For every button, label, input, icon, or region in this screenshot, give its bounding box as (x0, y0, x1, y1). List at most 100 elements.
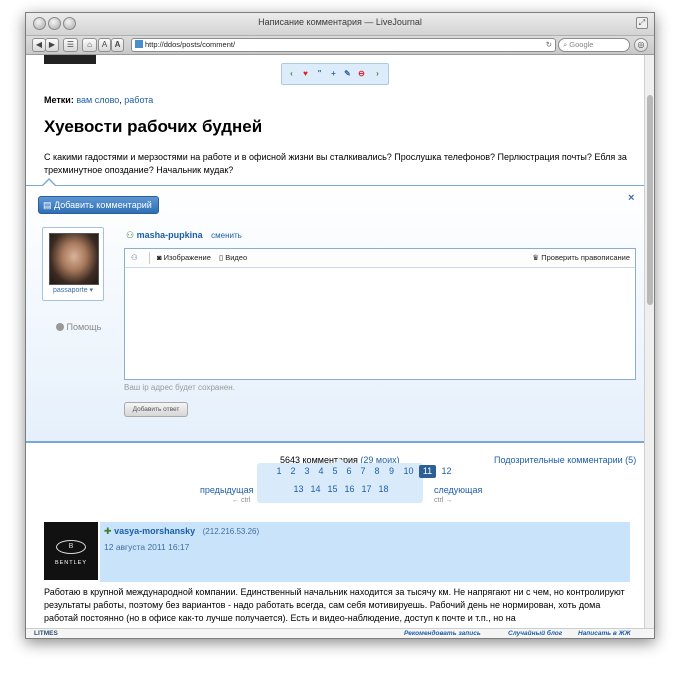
page-link[interactable]: 6 (343, 465, 355, 478)
browser-window: Написание комментария — LiveJournal ⤢ ◀ … (25, 12, 655, 639)
ip-notice: Ваш ip адрес будет сохранен. (124, 383, 235, 392)
help-icon (56, 323, 64, 331)
page-link[interactable]: 5 (329, 465, 341, 478)
vertical-scrollbar[interactable] (644, 55, 654, 628)
editor-toolbar: ⚇ ◙ Изображение ▯ Видео ♛ Проверить прав… (125, 249, 635, 268)
bookmarks-icon[interactable]: ☰ (63, 38, 78, 52)
forward-icon[interactable]: ▶ (45, 38, 59, 52)
search-field[interactable]: ⌕ Google (558, 38, 630, 52)
page-link[interactable]: 14 (308, 483, 323, 496)
favorite-heart-icon[interactable]: ♥ (300, 68, 311, 79)
comment-textarea[interactable] (126, 269, 632, 377)
spellcheck-label: Проверить правописание (541, 253, 630, 262)
browser-toolbar: ◀ ▶ ☰ ⌂ A A http://ddos/posts/comment/ ↻… (26, 36, 654, 55)
comment-author-line: ⚇ masha-pupkina сменить (126, 230, 242, 241)
lj-footer-bar: LITMES Рекомендовать запись Случайный бл… (26, 628, 654, 638)
quote-icon[interactable]: " (314, 68, 325, 79)
post-title: Хуевости рабочих будней (44, 117, 263, 136)
entry-action-strip: ‹ ♥ " + ✎ ⊖ › (281, 63, 389, 85)
reload-icon[interactable]: ↻ (546, 39, 552, 51)
page-link[interactable]: 8 (371, 465, 383, 478)
page-current[interactable]: 11 (419, 465, 436, 478)
add-icon[interactable]: + (328, 68, 339, 79)
comment-date: 12 августа 2011 16:17 (104, 542, 190, 552)
tag-link[interactable]: вам слово (76, 95, 119, 105)
write-lj-link[interactable]: Написать в ЖЖ (578, 629, 631, 638)
vertical-divider (149, 252, 150, 264)
insert-video-button[interactable]: ▯ Видео (219, 249, 247, 267)
page-link[interactable]: 18 (376, 483, 391, 496)
page-link[interactable]: 3 (301, 465, 313, 478)
page-link[interactable]: 10 (400, 465, 417, 478)
post-author-userpic (44, 55, 96, 64)
help-link[interactable]: Помощь (56, 322, 101, 332)
page-settings-icon[interactable]: ◎ (634, 38, 648, 52)
page-link[interactable]: 9 (385, 465, 398, 478)
post-tags: Метки: вам слово, работа (44, 95, 153, 105)
insert-video-label: Видео (225, 253, 248, 262)
suspicious-comments-link[interactable]: Подозрительные комментарии (5) (494, 455, 636, 465)
next-page-link[interactable]: следующая (434, 485, 482, 495)
title-bar: Написание комментария — LiveJournal ⤢ (26, 13, 654, 36)
add-comment-button[interactable]: ▤ Добавить комментарий (38, 196, 159, 214)
recommend-link[interactable]: Рекомендовать запись (404, 629, 481, 638)
video-icon: ▯ (219, 253, 224, 262)
page-favicon-icon (135, 40, 143, 48)
scrollbar-thumb[interactable] (647, 95, 653, 305)
search-icon: ⌕ (563, 40, 568, 49)
page-link[interactable]: 16 (342, 483, 357, 496)
user-icon: ⚇ (126, 230, 135, 240)
tag-link[interactable]: работа (124, 95, 153, 105)
userpic-name[interactable]: passaporte ▾ (43, 286, 103, 294)
random-blog-link[interactable]: Случайный блог (508, 629, 562, 638)
font-larger-button[interactable]: A (111, 38, 124, 52)
url-field[interactable]: http://ddos/posts/comment/ ↻ (131, 38, 556, 52)
page-content: ‹ ♥ " + ✎ ⊖ › Метки: вам слово, работа Х… (26, 55, 644, 628)
comment-bubble-icon: ▤ (43, 200, 55, 210)
page-link[interactable]: 13 (291, 483, 306, 496)
insert-image-label: Изображение (163, 253, 211, 262)
footer-logo: LITMES (34, 630, 58, 637)
page-link[interactable]: 15 (325, 483, 340, 496)
pager-pointer (335, 458, 345, 463)
userpic-selector[interactable]: passaporte ▾ (42, 227, 104, 301)
prev-entry-icon[interactable]: ‹ (286, 68, 297, 79)
page-link[interactable]: 2 (287, 465, 299, 478)
camera-icon: ◙ (157, 253, 162, 262)
comment-text: Работаю в крупной международной компании… (44, 587, 625, 623)
url-text: http://ddos/posts/comment/ (145, 40, 236, 49)
home-icon[interactable]: ⌂ (82, 38, 97, 52)
insert-image-button[interactable]: ◙ Изображение (157, 249, 211, 267)
window-title: Написание комментария — LiveJournal (258, 17, 422, 27)
page-link[interactable]: 7 (357, 465, 369, 478)
comment-editor: ⚇ ◙ Изображение ▯ Видео ♛ Проверить прав… (124, 248, 636, 380)
bentley-wings-icon: B (56, 540, 86, 554)
comment-author-link[interactable]: vasya-morshansky (114, 526, 195, 536)
openid-icon: ✚ (104, 526, 112, 536)
userpic-tool-icon[interactable]: ⚇ (131, 249, 138, 267)
page-link[interactable]: 12 (438, 465, 455, 478)
tools-icon[interactable]: ✎ (342, 68, 353, 79)
submit-comment-button[interactable]: Добавить ответ (124, 402, 188, 417)
comment-header: ✚ vasya-morshansky (212.216.53.26) 12 ав… (100, 522, 630, 582)
fullscreen-icon[interactable]: ⤢ (636, 17, 648, 29)
next-entry-icon[interactable]: › (372, 68, 383, 79)
post-text: С какими гадостями и мерзостями на работ… (44, 152, 627, 175)
tag-separator: , (119, 95, 122, 105)
page-link[interactable]: 17 (359, 483, 374, 496)
add-comment-label: Добавить комментарий (54, 200, 152, 210)
next-shortcut-hint: ctrl → (434, 497, 453, 504)
prev-page-link[interactable]: предыдущая (200, 485, 253, 495)
page-link[interactable]: 4 (315, 465, 327, 478)
page-link[interactable]: 1 (273, 465, 285, 478)
comment-ip: (212.216.53.26) (202, 527, 260, 536)
font-smaller-button[interactable]: A (98, 38, 111, 52)
username-link[interactable]: masha-pupkina (137, 230, 203, 240)
pagination: 1 2 3 4 5 6 7 8 9 10 11 12 13 14 15 16 17 18 (257, 458, 452, 503)
close-icon[interactable]: × (628, 192, 634, 204)
delete-icon[interactable]: ⊖ (356, 68, 367, 79)
change-user-link[interactable]: сменить (211, 231, 242, 240)
back-icon[interactable]: ◀ (32, 38, 46, 52)
spellcheck-button[interactable]: ♛ Проверить правописание (532, 249, 630, 267)
commenter-avatar: B BENTLEY (44, 522, 98, 580)
